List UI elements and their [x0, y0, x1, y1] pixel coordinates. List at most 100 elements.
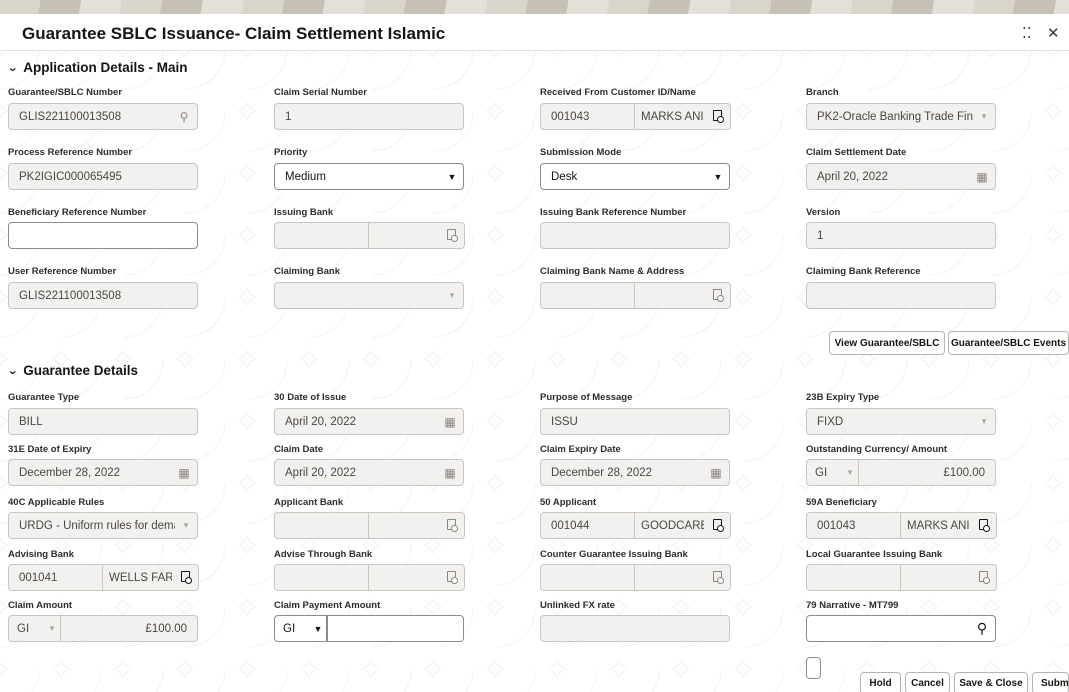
narrative-mt799-label: 79 Narrative - MT799 — [806, 600, 899, 611]
beneficiary-name-box: MARKS ANI — [901, 512, 997, 539]
section-guarantee-details[interactable]: ⌄ Guarantee Details — [7, 363, 138, 378]
claim-serial-number-label: Claim Serial Number — [274, 87, 367, 98]
lookup-doc-icon[interactable] — [970, 518, 996, 533]
local-guarantee-issuing-bank-label: Local Guarantee Issuing Bank — [806, 549, 943, 560]
top-decorative-band — [0, 0, 1069, 14]
claim-settlement-date-field: April 20, 2022 ▦ — [806, 163, 996, 190]
cancel-button[interactable]: Cancel — [905, 672, 950, 692]
claim-currency-value: GI — [17, 622, 30, 635]
applicant-name-value: GOODCARE — [641, 519, 704, 532]
collapse-icon[interactable]: ⁚⁚ — [1022, 24, 1032, 42]
claiming-bank-select: ▾ — [274, 282, 464, 309]
lookup-doc-icon[interactable] — [704, 109, 730, 124]
calendar-icon: ▦ — [710, 465, 722, 480]
chevron-down-icon: ⌄ — [6, 62, 19, 74]
footer-checkbox[interactable] — [806, 657, 821, 679]
section-application-details[interactable]: ⌄ Application Details - Main — [6, 60, 188, 75]
chevron-down-icon: ▼ — [313, 623, 323, 634]
process-reference-number-value: PK2IGIC000065495 — [19, 170, 122, 183]
claim-expiry-date-label: Claim Expiry Date — [540, 444, 621, 455]
outstanding-currency-amount-label: Outstanding Currency/ Amount — [806, 444, 948, 455]
guarantee-events-button[interactable]: Guarantee/SBLC Events — [948, 331, 1069, 355]
priority-value: Medium — [285, 170, 326, 183]
window-header: Guarantee SBLC Issuance- Claim Settlemen… — [0, 14, 1069, 51]
customer-name-value: MARKS ANI — [641, 110, 704, 123]
advising-bank-name-value: WELLS FAR — [109, 571, 172, 584]
advising-bank-id-box: 001041 — [8, 564, 103, 591]
lookup-doc-icon — [438, 228, 464, 243]
branch-select[interactable]: PK2-Oracle Banking Trade Fina ▾ — [806, 103, 996, 130]
priority-select[interactable]: Medium ▼ — [274, 163, 464, 190]
advise-through-bank-name-box — [369, 564, 465, 591]
submission-mode-select[interactable]: Desk ▼ — [540, 163, 730, 190]
guarantee-type-label: Guarantee Type — [8, 392, 80, 403]
beneficiary-reference-number-input[interactable] — [8, 222, 198, 249]
view-guarantee-button[interactable]: View Guarantee/SBLC — [829, 331, 945, 355]
issuing-bank-id-box — [274, 222, 369, 249]
expiry-type-value: FIXD — [817, 415, 844, 428]
chevron-down-icon: ▾ — [981, 111, 987, 121]
submit-button[interactable]: Submit — [1032, 672, 1069, 692]
issuing-bank-label: Issuing Bank — [274, 207, 334, 218]
advising-bank-id-value: 001041 — [19, 571, 58, 584]
calendar-icon: ▦ — [976, 169, 988, 184]
calendar-icon: ▦ — [178, 465, 190, 480]
received-from-customer-field: 001043 MARKS ANI — [540, 103, 731, 130]
claiming-bank-name-address-label: Claiming Bank Name & Address — [540, 266, 685, 277]
chevron-down-icon: ▾ — [183, 520, 189, 530]
lookup-doc-icon — [438, 518, 464, 533]
claim-payment-amount-label: Claim Payment Amount — [274, 600, 381, 611]
claim-payment-currency-select[interactable]: GI ▼ — [274, 615, 327, 642]
beneficiary-label: 59A Beneficiary — [806, 497, 877, 508]
calendar-icon: ▦ — [444, 465, 456, 480]
customer-id-value: 001043 — [551, 110, 590, 123]
applicant-label: 50 Applicant — [540, 497, 597, 508]
applicant-bank-label: Applicant Bank — [274, 497, 344, 508]
applicant-bank-field — [274, 512, 465, 539]
hold-button[interactable]: Hold — [860, 672, 901, 692]
save-close-button[interactable]: Save & Close — [954, 672, 1028, 692]
received-from-customer-label: Received From Customer ID/Name — [540, 87, 696, 98]
outstanding-currency-amount-field: GI ▾ £100.00 — [806, 459, 996, 486]
applicable-rules-label: 40C Applicable Rules — [8, 497, 105, 508]
close-icon[interactable]: ✕ — [1047, 24, 1060, 42]
advise-through-bank-id-box — [274, 564, 369, 591]
claim-serial-number-value: 1 — [285, 110, 292, 123]
local-guarantee-issuing-bank-field — [806, 564, 997, 591]
applicant-id-value: 001044 — [551, 519, 590, 532]
background-pattern — [0, 50, 1069, 692]
chevron-down-icon: ▼ — [447, 171, 457, 182]
lookup-doc-icon — [970, 570, 996, 585]
claim-date-field: April 20, 2022 ▦ — [274, 459, 464, 486]
outstanding-amount-box: £100.00 — [859, 459, 996, 486]
lookup-doc-icon[interactable] — [172, 570, 198, 585]
lookup-doc-icon[interactable] — [704, 518, 730, 533]
claim-payment-amount-field[interactable]: GI ▼ — [274, 615, 464, 642]
applicant-bank-name-box — [369, 512, 465, 539]
search-icon[interactable]: ⚲ — [171, 110, 197, 124]
guarantee-sblc-number-field[interactable]: GLIS221100013508 ⚲ — [8, 103, 198, 130]
claiming-bank-reference-field — [806, 282, 996, 309]
claim-settlement-date-value: April 20, 2022 — [817, 170, 888, 183]
guarantee-type-value: BILL — [19, 415, 43, 428]
claim-payment-amount-input[interactable] — [327, 615, 464, 642]
user-reference-number-field: GLIS221100013508 — [8, 282, 198, 309]
chevron-down-icon: ▾ — [49, 623, 55, 633]
claim-date-value: April 20, 2022 — [285, 466, 356, 479]
process-reference-number-field: PK2IGIC000065495 — [8, 163, 198, 190]
version-label: Version — [806, 207, 841, 218]
applicant-field: 001044 GOODCARE — [540, 512, 731, 539]
issuing-bank-name-box — [369, 222, 465, 249]
narrative-mt799-input[interactable]: ⚲ — [806, 615, 996, 642]
local-guarantee-bank-id-box — [806, 564, 901, 591]
outstanding-currency-value: GI — [815, 466, 828, 479]
counter-guarantee-bank-name-box — [635, 564, 731, 591]
submission-mode-label: Submission Mode — [540, 147, 622, 158]
beneficiary-id-box: 001043 — [806, 512, 901, 539]
unlinked-fx-rate-field — [540, 615, 730, 642]
customer-id-box: 001043 — [540, 103, 635, 130]
chevron-down-icon: ▾ — [449, 290, 455, 300]
search-icon[interactable]: ⚲ — [969, 620, 995, 637]
issuing-bank-field — [274, 222, 465, 249]
version-field: 1 — [806, 222, 996, 249]
